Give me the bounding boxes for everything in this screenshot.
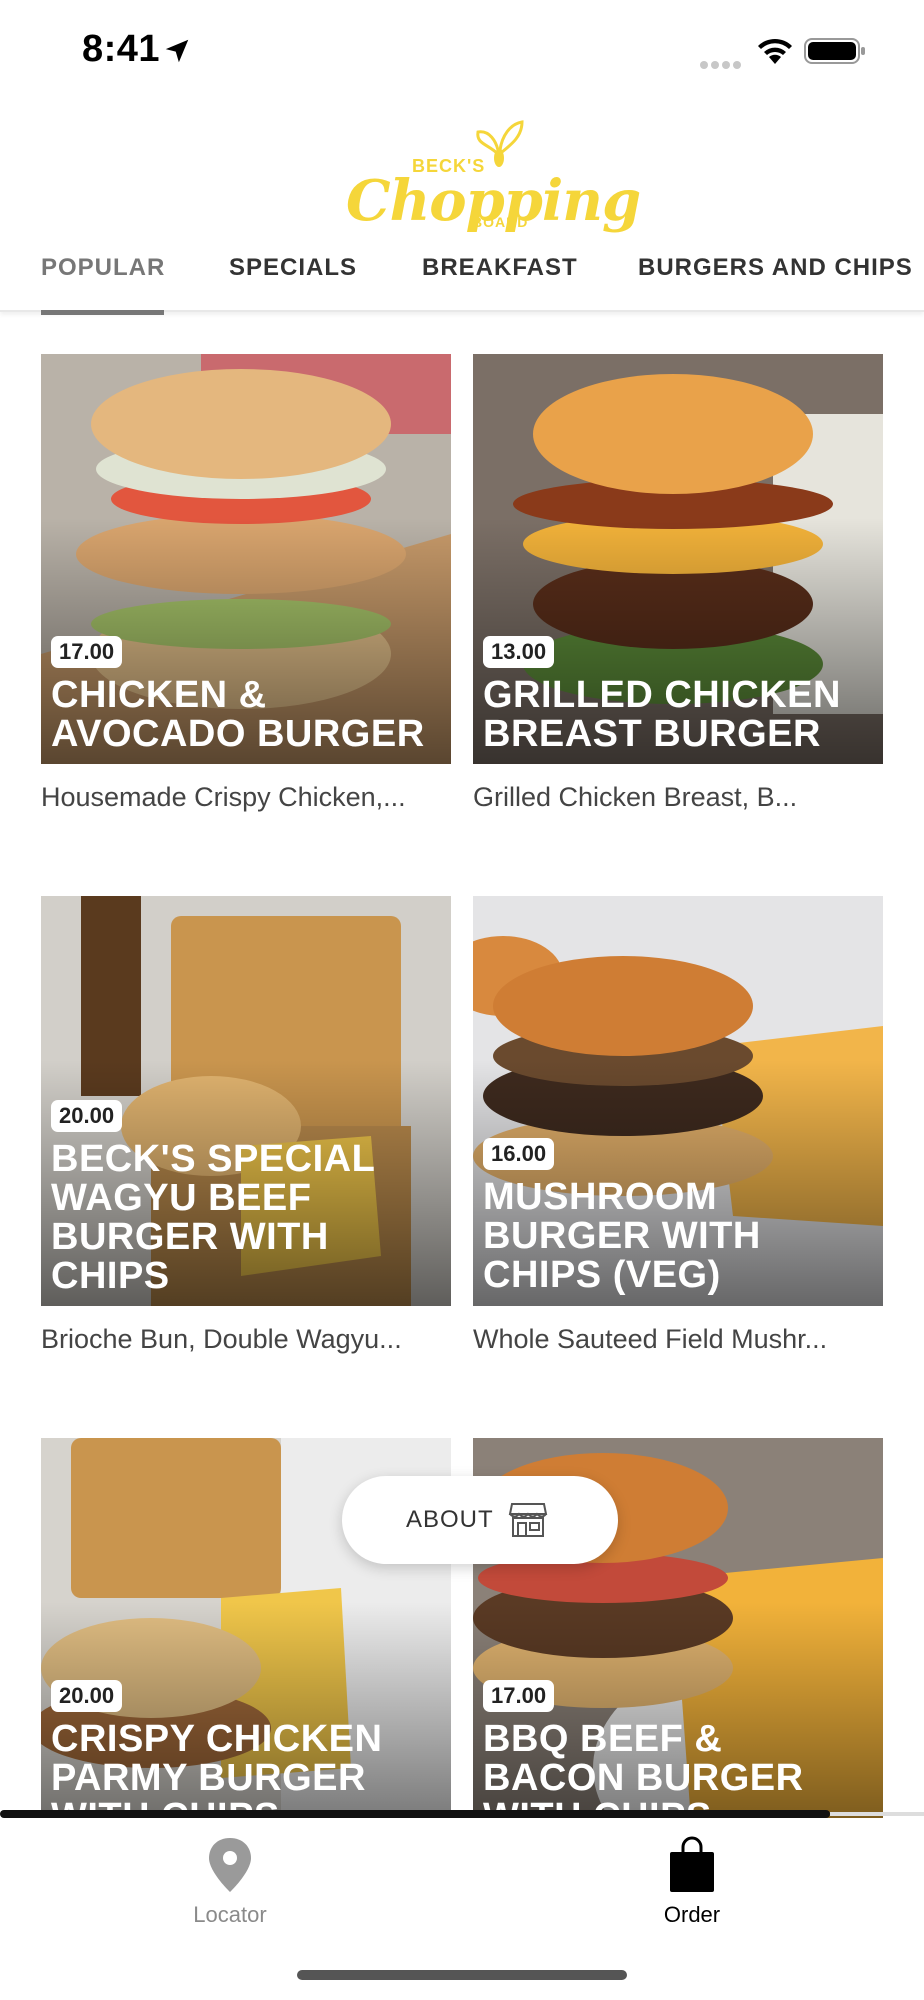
nav-label: Order bbox=[663, 1902, 721, 1927]
nav-order[interactable]: Order bbox=[592, 1836, 792, 1936]
menu-item-title: CHICKEN & AVOCADO BURGER bbox=[51, 674, 425, 755]
active-tab-indicator bbox=[41, 310, 164, 315]
price-badge: 17.00 bbox=[51, 636, 123, 668]
location-pin-icon bbox=[209, 1838, 251, 1892]
cellular-signal-icon bbox=[700, 56, 744, 69]
menu-item-card[interactable]: 20.00 BECK'S SPECIAL WAGYU BEEF BURGER W… bbox=[41, 896, 451, 1306]
menu-item-title: BECK'S SPECIAL WAGYU BEEF BURGER WITH CH… bbox=[51, 1138, 375, 1297]
store-icon bbox=[508, 1503, 548, 1537]
price-badge: 17.00 bbox=[483, 1680, 555, 1712]
scroll-indicator bbox=[0, 1810, 830, 1818]
brand-logo: BECK'S Chopping BOARD bbox=[340, 114, 641, 242]
menu-item-description: Brioche Bun, Double Wagyu... bbox=[41, 1324, 402, 1354]
tab-specials[interactable]: SPECIALS bbox=[229, 254, 357, 282]
scroll-track bbox=[830, 1812, 924, 1816]
tab-breakfast[interactable]: BREAKFAST bbox=[422, 254, 578, 282]
menu-item-description: Grilled Chicken Breast, B... bbox=[473, 782, 798, 812]
price-badge: 16.00 bbox=[483, 1138, 555, 1170]
menu-item-title: MUSHROOM BURGER WITH CHIPS (VEG) bbox=[483, 1176, 761, 1296]
price-badge: 20.00 bbox=[51, 1680, 123, 1712]
battery-icon bbox=[804, 38, 865, 64]
logo-text-sub: BOARD bbox=[472, 214, 529, 230]
menu-item-card[interactable]: 13.00 GRILLED CHICKEN BREAST BURGER bbox=[473, 354, 883, 764]
about-button[interactable]: ABOUT bbox=[342, 1476, 618, 1564]
shopping-bag-icon bbox=[670, 1836, 714, 1892]
nav-locator[interactable]: Locator bbox=[130, 1836, 330, 1936]
location-arrow-icon bbox=[165, 39, 189, 63]
price-badge: 20.00 bbox=[51, 1100, 123, 1132]
menu-item-description: Housemade Crispy Chicken,... bbox=[41, 782, 406, 812]
menu-item-card[interactable]: 17.00 CHICKEN & AVOCADO BURGER bbox=[41, 354, 451, 764]
menu-item-title: GRILLED CHICKEN BREAST BURGER bbox=[483, 674, 841, 755]
menu-item-description: Whole Sauteed Field Mushr... bbox=[473, 1324, 828, 1354]
tab-popular[interactable]: POPULAR bbox=[41, 254, 165, 282]
price-badge: 13.00 bbox=[483, 636, 555, 668]
nav-label: Locator bbox=[193, 1902, 267, 1927]
status-time: 8:41 bbox=[82, 28, 161, 70]
home-indicator bbox=[297, 1970, 627, 1980]
about-label: ABOUT bbox=[406, 1506, 494, 1533]
menu-item-card[interactable]: 16.00 MUSHROOM BURGER WITH CHIPS (VEG) bbox=[473, 896, 883, 1306]
tab-burgers-and-chips[interactable]: BURGERS AND CHIPS bbox=[638, 254, 913, 282]
wifi-icon bbox=[758, 38, 792, 64]
category-tabs: POPULAR SPECIALS BREAKFAST BURGERS AND C… bbox=[0, 240, 924, 312]
status-bar: 8:41 bbox=[0, 0, 924, 100]
